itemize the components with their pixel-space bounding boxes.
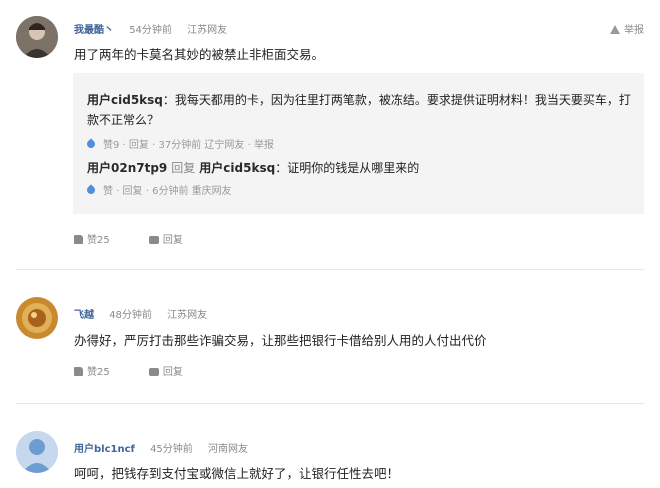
reply-label: 回复 <box>162 235 183 246</box>
comment-icon <box>148 368 159 376</box>
warning-icon <box>610 25 620 34</box>
like-count: 赞25 <box>87 235 110 246</box>
username[interactable]: 我最酷丶 <box>74 25 114 36</box>
comment-2: 飞越 48分钟前 江苏网友 办得好，严厉打击那些诈骗交易，让那些把银行卡借给别人… <box>0 270 660 403</box>
like-button[interactable]: 赞25 <box>74 235 110 246</box>
reply-username[interactable]: 用户02n7tp9 <box>87 161 167 175</box>
avatar-icon <box>16 431 58 473</box>
thumb-up-icon <box>74 235 83 244</box>
reply-content: ：证明你的钱是从哪里来的 <box>275 161 420 175</box>
comment-meta: 飞越 48分钟前 江苏网友 <box>74 306 207 321</box>
comment-text: 呵呵，把钱存到支付宝或微信上就好了，让银行任性去吧！ <box>74 466 400 481</box>
comment-location: 江苏网友 <box>187 25 228 36</box>
like-button[interactable]: 赞25 <box>74 367 110 378</box>
username[interactable]: 飞越 <box>74 310 94 321</box>
reply-like-count[interactable]: 赞 <box>103 186 113 197</box>
reply-thread: 用户cid5ksq：我每天都用的卡，因为往里打两笔款，被冻结。要求提供证明材料！… <box>73 73 644 214</box>
reply-2-meta: 赞 · 回复 · 6分钟前 重庆网友 <box>85 182 232 197</box>
comment-meta: 用户blc1ncf 45分钟前 河南网友 <box>74 440 248 455</box>
comment-text: 用了两年的卡莫名其妙的被禁止非柜面交易。 <box>74 47 325 62</box>
username[interactable]: 用户blc1ncf <box>74 444 135 455</box>
comment-location: 河南网友 <box>207 444 248 455</box>
avatar[interactable] <box>16 16 58 58</box>
comment-3: 用户blc1ncf 45分钟前 河南网友 呵呵，把钱存到支付宝或微信上就好了，让… <box>0 404 660 488</box>
reply-username[interactable]: 用户cid5ksq <box>87 93 163 107</box>
comment-actions: 赞25 回复 <box>74 363 219 378</box>
comment-actions: 赞25 回复 <box>74 231 219 246</box>
reply-like-count[interactable]: 赞9 <box>103 140 119 151</box>
comment-1: 我最酷丶 54分钟前 江苏网友 举报 用了两年的卡莫名其妙的被禁止非柜面交易。 … <box>0 0 660 270</box>
reply-reply-button[interactable]: 回复 <box>123 186 143 197</box>
reply-content: ：我每天都用的卡，因为往里打两笔款，被冻结。要求提供证明材料！我当天要买车，打 <box>162 93 631 107</box>
like-drop-icon[interactable] <box>85 184 97 196</box>
reply-report-button[interactable]: 举报 <box>254 140 274 151</box>
reply-time: 37分钟前 <box>158 140 202 151</box>
reply-1-text-cont: 款不正常么？ <box>87 113 160 127</box>
reply-1-meta: 赞9 · 回复 · 37分钟前 辽宁网友 · 举报 <box>85 136 274 151</box>
reply-word: 回复 <box>171 161 196 175</box>
comment-location: 江苏网友 <box>167 310 208 321</box>
comment-text: 办得好，严厉打击那些诈骗交易，让那些把银行卡借给别人用的人付出代价 <box>74 333 487 348</box>
reply-label: 回复 <box>162 367 183 378</box>
reply-location: 辽宁网友 <box>204 140 245 151</box>
reply-reply-button[interactable]: 回复 <box>129 140 149 151</box>
avatar-icon <box>16 297 58 339</box>
reply-location: 重庆网友 <box>191 186 232 197</box>
reply-button[interactable]: 回复 <box>148 235 183 246</box>
comment-time: 45分钟前 <box>150 444 193 455</box>
comment-time: 48分钟前 <box>109 310 152 321</box>
reply-button[interactable]: 回复 <box>148 367 183 378</box>
report-label: 举报 <box>624 25 644 36</box>
avatar[interactable] <box>16 431 58 473</box>
comment-icon <box>148 236 159 244</box>
thumb-up-icon <box>74 367 83 376</box>
report-button[interactable]: 举报 <box>610 21 644 36</box>
reply-1-text: 用户cid5ksq：我每天都用的卡，因为往里打两笔款，被冻结。要求提供证明材料！… <box>87 91 631 108</box>
comment-time: 54分钟前 <box>129 25 172 36</box>
reply-target-username[interactable]: 用户cid5ksq <box>199 161 275 175</box>
like-count: 赞25 <box>87 367 110 378</box>
like-drop-icon[interactable] <box>85 138 97 150</box>
reply-time: 6分钟前 <box>152 186 189 197</box>
avatar-icon <box>16 16 58 58</box>
comment-meta: 我最酷丶 54分钟前 江苏网友 <box>74 21 227 36</box>
avatar[interactable] <box>16 297 58 339</box>
reply-2-text: 用户02n7tp9 回复 用户cid5ksq：证明你的钱是从哪里来的 <box>87 159 419 176</box>
